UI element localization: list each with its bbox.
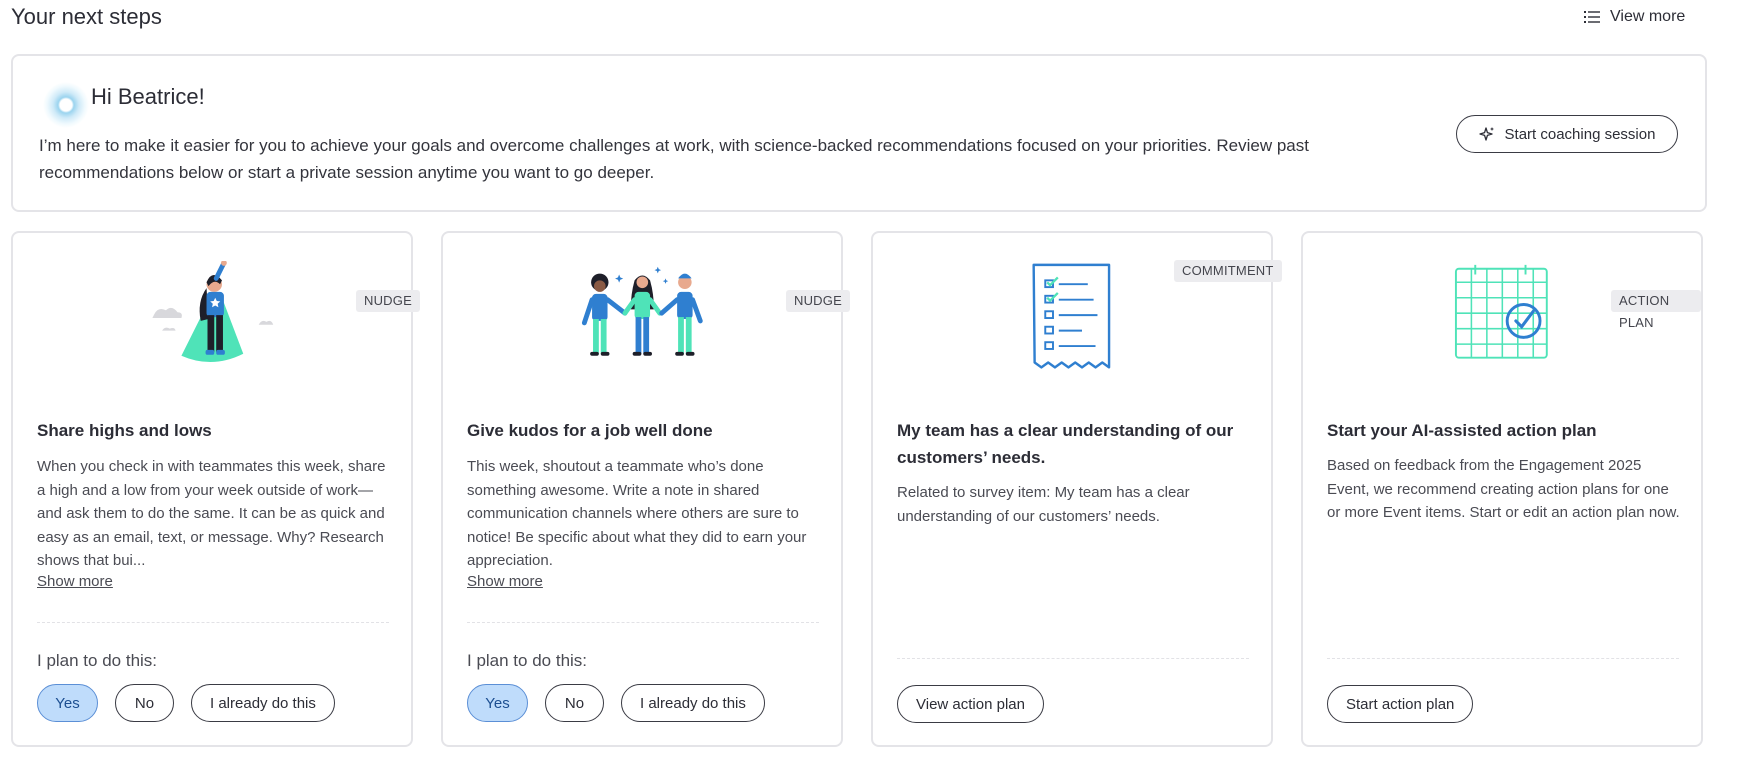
view-action-plan-button[interactable]: View action plan [897, 685, 1044, 723]
nudge-card-share-highs: NUDGE Share highs and lows When you chec… [11, 231, 420, 747]
card-title: My team has a clear understanding of our… [897, 421, 1234, 467]
coach-panel: Hi Beatrice! I’m here to make it easier … [11, 54, 1707, 212]
page-title: Your next steps [11, 4, 162, 29]
view-more-button[interactable]: View more [1584, 8, 1685, 26]
start-coaching-session-button[interactable]: Start coaching session [1456, 115, 1678, 153]
card-badge: NUDGE [356, 290, 420, 312]
start-coaching-session-label: Start coaching session [1504, 125, 1656, 143]
card-body: Related to survey item: My team has a cl… [897, 484, 1190, 525]
plan-choices: Yes No I already do this [37, 684, 335, 722]
card-divider [37, 622, 389, 623]
plan-label: I plan to do this: [467, 651, 588, 670]
sparkle-icon [1478, 127, 1494, 141]
checklist-icon [1032, 263, 1110, 369]
view-more-label: View more [1610, 8, 1686, 25]
superhero-illustration [13, 261, 411, 381]
action-plan-card: ACTION PLAN Start your AI-assisted actio… [1301, 231, 1703, 747]
header: Your next steps View more [0, 0, 1748, 40]
card-title: Start your AI-assisted action plan [1327, 421, 1597, 440]
show-more-link[interactable]: Show more [467, 573, 543, 590]
card-title: Give kudos for a job well done [467, 421, 713, 440]
start-action-plan-button[interactable]: Start action plan [1327, 685, 1474, 723]
plan-choices: Yes No I already do this [467, 684, 765, 722]
card-divider [897, 658, 1249, 659]
glowing-orb-icon [43, 82, 89, 128]
card-title: Share highs and lows [37, 421, 212, 440]
card-body: Based on feedback from the Engagement 20… [1327, 457, 1680, 521]
card-badge: ACTION PLAN [1611, 290, 1701, 330]
plan-label: I plan to do this: [37, 651, 158, 670]
yes-button[interactable]: Yes [467, 684, 528, 722]
coach-greeting: Hi Beatrice! [91, 84, 205, 109]
no-button[interactable]: No [545, 684, 604, 722]
card-divider [467, 622, 819, 623]
card-divider [1327, 658, 1679, 659]
commitment-card: COMMITMENT My team has a clear understan… [871, 231, 1282, 747]
card-body: This week, shoutout a teammate who’s don… [467, 458, 807, 569]
card-badge: NUDGE [786, 290, 850, 312]
coach-message: I’m here to make it easier for you to ac… [39, 136, 1309, 182]
list-icon [1584, 11, 1600, 23]
team-high-five-icon [581, 266, 703, 356]
show-more-link[interactable]: Show more [37, 573, 113, 590]
already-do-this-button[interactable]: I already do this [621, 684, 765, 722]
card-body: When you check in with teammates this we… [37, 458, 386, 569]
calendar-check-icon [1454, 264, 1548, 359]
yes-button[interactable]: Yes [37, 684, 98, 722]
team-illustration [443, 261, 841, 381]
no-button[interactable]: No [115, 684, 174, 722]
card-badge: COMMITMENT [1174, 260, 1282, 282]
superhero-icon [152, 261, 273, 363]
nudge-card-give-kudos: NUDGE Give kudos for a job well done Thi… [441, 231, 850, 747]
already-do-this-button[interactable]: I already do this [191, 684, 335, 722]
